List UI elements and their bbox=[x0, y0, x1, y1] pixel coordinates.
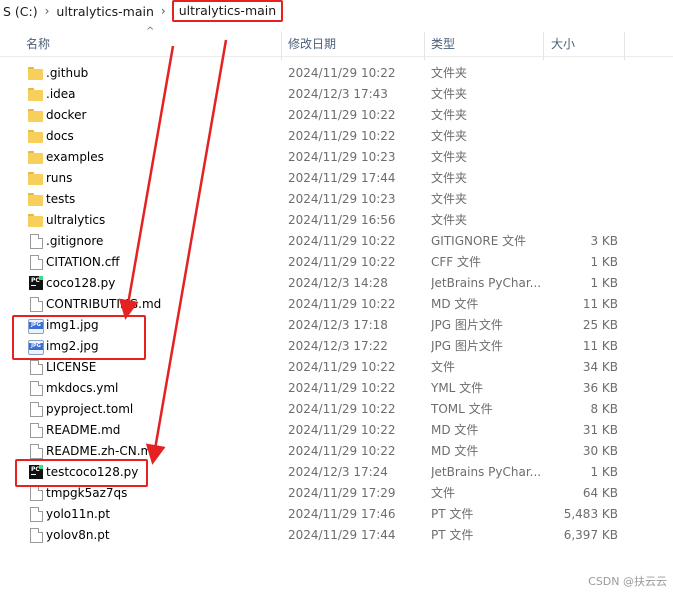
watermark: CSDN @扶云云 bbox=[588, 575, 667, 588]
annotation-arrows bbox=[118, 39, 228, 465]
annotation-arrow-to-testcoco bbox=[145, 39, 228, 465]
annotation-arrow-to-images bbox=[118, 45, 175, 320]
